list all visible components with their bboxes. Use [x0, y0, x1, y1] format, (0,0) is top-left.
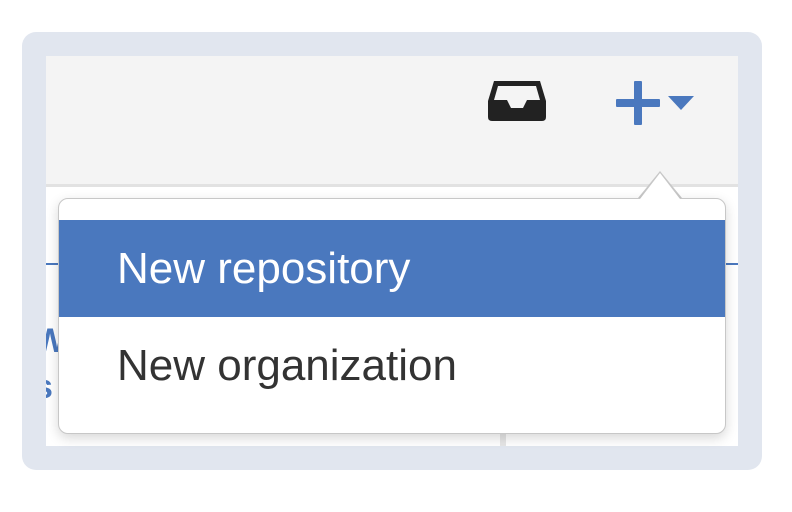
plus-icon — [616, 81, 660, 125]
notifications-button[interactable] — [484, 78, 548, 128]
menu-item-new-repository[interactable]: New repository — [59, 220, 725, 317]
caret-down-icon — [668, 96, 694, 110]
top-header-bar — [46, 56, 738, 187]
create-new-button[interactable] — [612, 78, 702, 128]
inbox-tray-icon — [488, 81, 546, 121]
dropdown-pointer-fill — [640, 173, 680, 199]
menu-item-new-organization[interactable]: New organization — [59, 317, 725, 414]
create-menu-dropdown: New repository New organization — [58, 198, 726, 434]
